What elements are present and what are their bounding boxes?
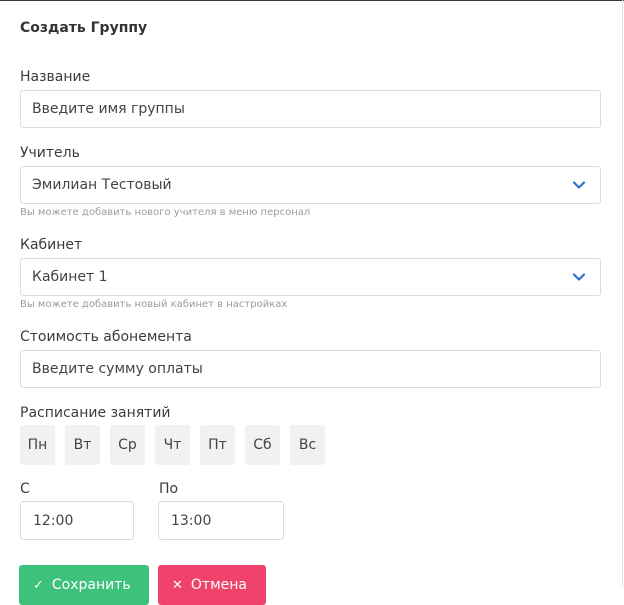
from-time-value: 12:00: [33, 512, 74, 529]
day-tue[interactable]: Вт: [65, 425, 100, 465]
teacher-select[interactable]: Эмилиан Тестовый: [20, 166, 601, 204]
save-button-label: Сохранить: [51, 577, 131, 593]
room-select[interactable]: Кабинет 1: [20, 258, 601, 296]
name-input-placeholder: Введите имя группы: [32, 101, 185, 117]
teacher-select-value: Эмилиан Тестовый: [32, 177, 172, 193]
day-fri[interactable]: Пт: [200, 425, 235, 465]
to-time-value: 13:00: [171, 512, 212, 529]
close-icon: ✕: [172, 577, 183, 593]
save-button[interactable]: ✓ Сохранить: [19, 565, 149, 605]
day-wed[interactable]: Ср: [110, 425, 145, 465]
day-sat[interactable]: Сб: [245, 425, 280, 465]
from-label: С: [20, 481, 30, 497]
chevron-down-icon: [572, 181, 586, 189]
teacher-label: Учитель: [20, 145, 80, 161]
right-border: [622, 0, 623, 586]
check-icon: ✓: [33, 577, 44, 593]
cancel-button-label: Отмена: [190, 577, 247, 593]
room-select-value: Кабинет 1: [32, 269, 108, 285]
to-label: По: [159, 481, 179, 497]
room-label: Кабинет: [20, 237, 83, 253]
room-hint: Вы можете добавить новый кабинет в настр…: [20, 299, 288, 310]
day-sun[interactable]: Вс: [290, 425, 325, 465]
weekday-picker: Пн Вт Ср Чт Пт Сб Вс: [20, 425, 325, 465]
schedule-label: Расписание занятий: [20, 405, 171, 421]
name-label: Название: [20, 69, 91, 85]
price-input[interactable]: Введите сумму оплаты: [20, 350, 601, 388]
cancel-button[interactable]: ✕ Отмена: [158, 565, 266, 605]
from-time-input[interactable]: 12:00: [20, 501, 134, 540]
teacher-hint: Вы можете добавить нового учителя в меню…: [20, 207, 311, 218]
price-input-placeholder: Введите сумму оплаты: [32, 361, 203, 377]
chevron-down-icon: [572, 273, 586, 281]
name-input[interactable]: Введите имя группы: [20, 90, 601, 128]
form-title: Создать Группу: [20, 20, 148, 36]
top-border: [0, 0, 624, 1]
day-thu[interactable]: Чт: [155, 425, 190, 465]
day-mon[interactable]: Пн: [20, 425, 55, 465]
to-time-input[interactable]: 13:00: [158, 501, 284, 540]
price-label: Стоимость абонемента: [20, 329, 192, 345]
